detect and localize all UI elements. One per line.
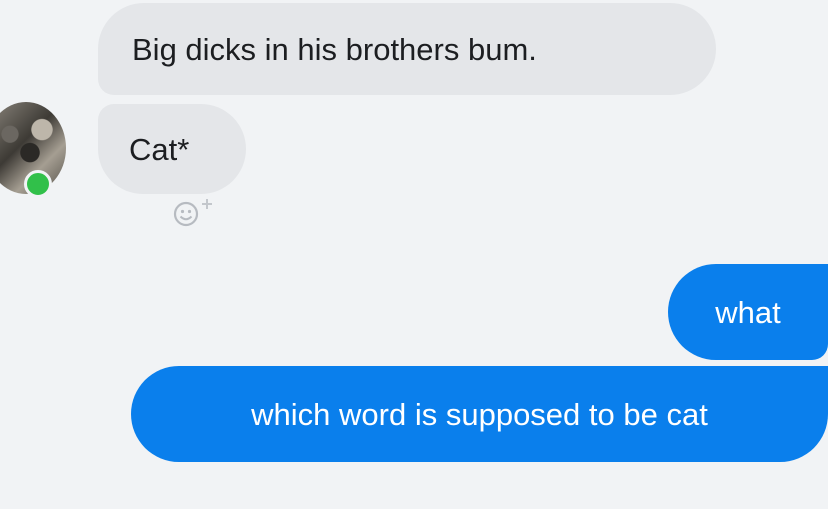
- online-status-dot: [24, 170, 52, 198]
- incoming-message[interactable]: Cat*: [98, 104, 246, 194]
- message-text: Cat*: [129, 131, 190, 167]
- contact-avatar[interactable]: [0, 102, 66, 198]
- outgoing-message[interactable]: what: [668, 264, 828, 360]
- incoming-message[interactable]: Big dicks in his brothers bum.: [98, 3, 716, 95]
- message-text: which word is supposed to be cat: [251, 396, 708, 432]
- add-reaction-button[interactable]: [168, 193, 224, 233]
- message-text: Big dicks in his brothers bum.: [132, 31, 537, 67]
- add-reaction-icon: [173, 199, 212, 227]
- message-text: what: [715, 294, 781, 330]
- outgoing-message[interactable]: which word is supposed to be cat: [131, 366, 828, 462]
